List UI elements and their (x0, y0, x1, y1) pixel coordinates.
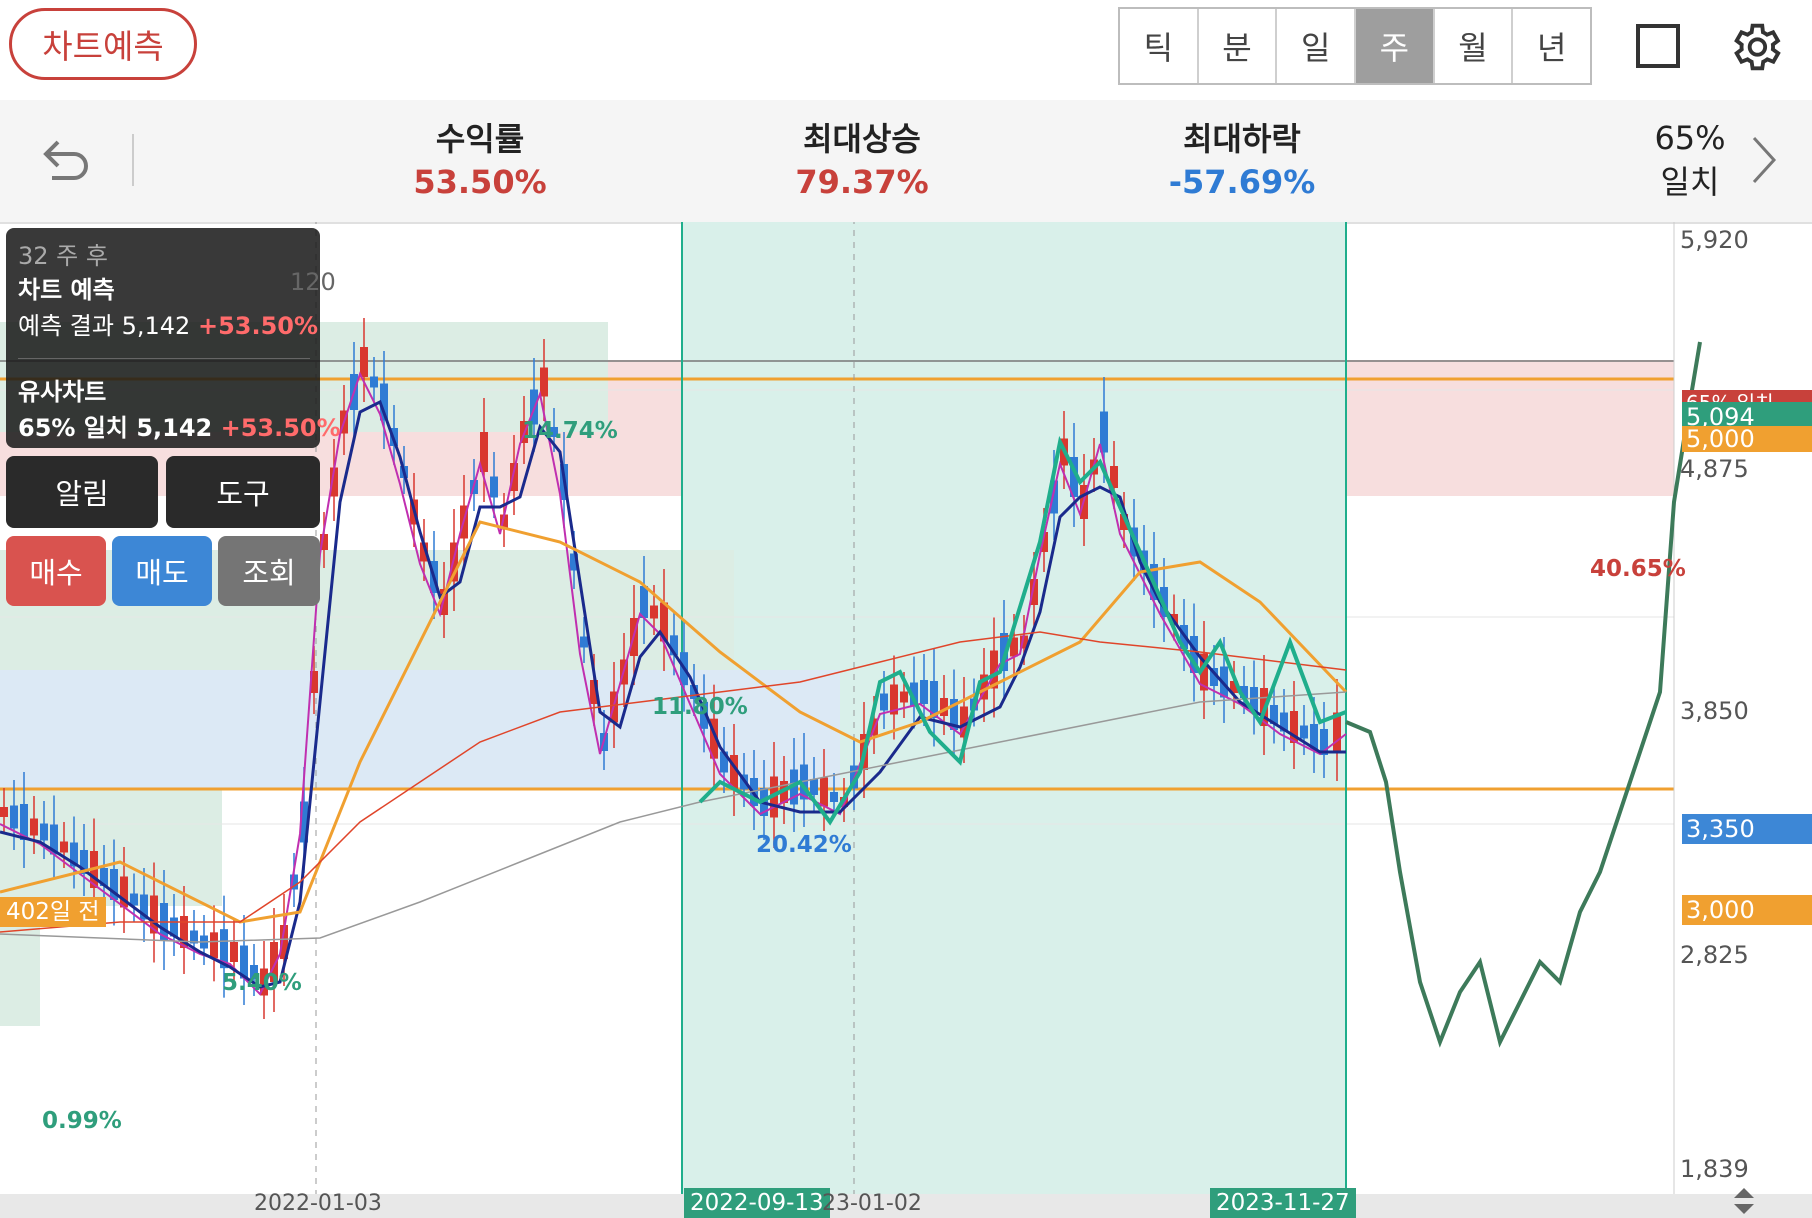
max-fall-label: 최대하락 (1183, 120, 1301, 158)
candle-body (60, 841, 68, 853)
pct-annotation: 14.74% (522, 418, 618, 444)
max-rise-stat: 최대상승 79.37% (752, 118, 972, 204)
predict-result-pct: +53.50% (197, 312, 319, 340)
price-label: 2,825 (1680, 941, 1749, 969)
predict-result-row: 예측 결과 5,142 +53.50% (18, 306, 318, 341)
candle-body (40, 823, 48, 841)
period-tabs: 틱 분 일 주 월 년 (1118, 7, 1592, 85)
price-label: 5,920 (1680, 226, 1749, 254)
tab-tick[interactable]: 틱 (1120, 9, 1199, 83)
candle-body (490, 476, 498, 498)
candle-body (540, 367, 548, 397)
pct-annotation: 0.99% (42, 1108, 122, 1134)
candle-body (210, 932, 218, 959)
similar-start-date-tag: 2022-09-13 (684, 1188, 830, 1218)
max-fall-value: -57.69% (1168, 163, 1316, 201)
back-arrow-icon[interactable] (38, 132, 94, 188)
divider (132, 134, 134, 186)
date-label: 2022-01-03 (254, 1191, 382, 1216)
chart-predict-title: 차트 예측 (18, 276, 115, 304)
pct-annotation: 5.40% (222, 970, 302, 996)
gear-icon[interactable] (1726, 18, 1784, 76)
candle-body (1300, 725, 1308, 739)
candle-body (820, 777, 828, 807)
max-rise-label: 최대상승 (803, 120, 921, 158)
top-toolbar: 차트예측 틱 분 일 주 월 년 (0, 0, 1812, 98)
max-fall-stat: 최대하락 -57.69% (1132, 118, 1352, 204)
tab-year[interactable]: 년 (1513, 9, 1590, 83)
ma-legend-120: 120 (290, 268, 336, 296)
sell-button[interactable]: 매도 (112, 536, 212, 606)
predict-info-box: 32 주 후 차트 예측 예측 결과 5,142 +53.50% 유사차트 65… (6, 228, 341, 448)
price-label: 1,839 (1680, 1155, 1749, 1183)
similar-pct: +53.50% (220, 414, 341, 442)
inquiry-button[interactable]: 조회 (218, 536, 320, 606)
alert-button[interactable]: 알림 (6, 456, 158, 528)
similar-chart-row: 65% 일치 5,142 +53.50% (18, 408, 341, 443)
candle-body (10, 805, 18, 829)
chevron-right-icon[interactable] (1748, 134, 1780, 186)
candle-body (580, 636, 588, 648)
pct-annotation: 40.65% (1590, 556, 1686, 582)
pct-annotation: 11.80% (652, 694, 748, 720)
candle-body (370, 376, 378, 388)
tab-day[interactable]: 일 (1277, 9, 1357, 83)
candle-body (0, 807, 8, 817)
max-rise-value: 79.37% (795, 163, 929, 201)
level-3350-tag: 3,350 (1682, 814, 1812, 844)
match-pct: 65% (1654, 119, 1726, 157)
predict-result-label: 예측 결과 (18, 312, 114, 340)
price-label: 3,850 (1680, 697, 1749, 725)
candle-body (920, 680, 928, 704)
predict-result-value: 5,142 (121, 312, 191, 340)
candle-body (230, 942, 238, 962)
chart-predict-button[interactable]: 차트예측 (9, 8, 197, 80)
candle-body (810, 779, 818, 795)
level-3000-tag: 3,000 (1682, 895, 1812, 925)
candle-body (30, 818, 38, 836)
scroll-handle-icon[interactable] (1730, 1186, 1758, 1216)
tab-minute[interactable]: 분 (1199, 9, 1278, 83)
buy-button[interactable]: 매수 (6, 536, 106, 606)
similar-chart-title: 유사차트 (18, 378, 107, 406)
weeks-after: 32 주 후 (18, 242, 108, 270)
candle-body (880, 693, 888, 711)
candle-body (830, 792, 838, 802)
candle-body (650, 605, 658, 619)
price-label: 4,875 (1680, 455, 1749, 483)
level-5000-tag: 5,000 (1682, 426, 1812, 452)
candle-body (900, 691, 908, 703)
tools-button[interactable]: 도구 (166, 456, 320, 528)
candle-body (360, 347, 368, 377)
return-value: 53.50% (413, 163, 547, 201)
square-icon[interactable] (1636, 24, 1680, 68)
return-label: 수익률 (435, 120, 525, 158)
tab-week[interactable]: 주 (1356, 9, 1435, 83)
similar-match: 65% 일치 (18, 414, 128, 442)
tab-month[interactable]: 월 (1435, 9, 1514, 83)
divider (18, 358, 310, 359)
return-stat: 수익률 53.50% (370, 118, 590, 204)
days-ago-tag: 402일 전 (0, 897, 106, 927)
similar-value: 5,142 (136, 414, 213, 442)
match-indicator[interactable]: 65% 일치 (1620, 116, 1760, 204)
date-label: 23-01-02 (822, 1191, 922, 1216)
match-label: 일치 (1660, 163, 1720, 201)
candle-body (640, 586, 648, 618)
pct-annotation: 20.42% (756, 832, 852, 858)
similar-end-date-tag: 2023-11-27 (1210, 1188, 1356, 1218)
